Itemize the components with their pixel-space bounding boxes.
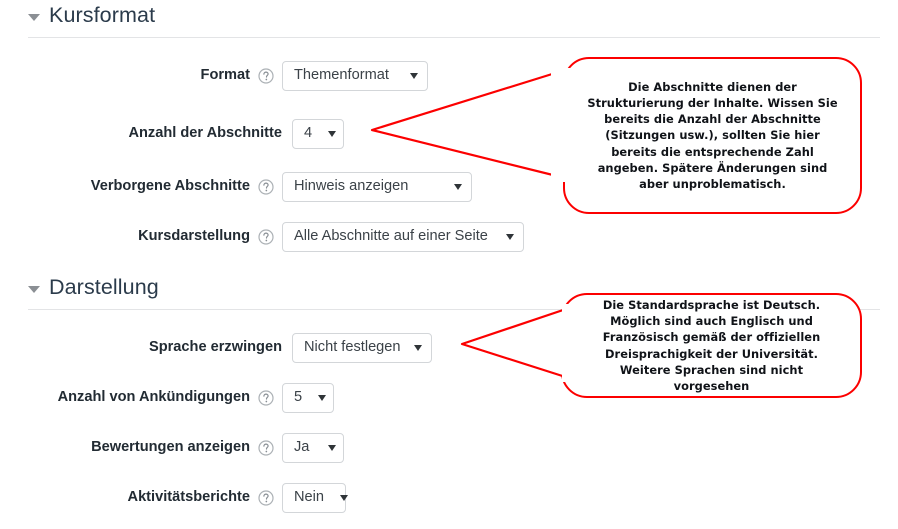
form-row-aktivitaetsberichte: Aktivitätsberichte Nein (0, 481, 560, 515)
caret-down-icon (28, 13, 40, 21)
help-cell[interactable] (250, 440, 282, 456)
control-cell: Hinweis anzeigen (282, 172, 472, 202)
caret-down-icon (328, 445, 336, 451)
form-row-format: Format Themenformat (0, 59, 560, 93)
form-row-kursdarstellung: Kursdarstellung Alle Abschnitte auf eine… (0, 220, 560, 254)
control-cell: 5 (282, 383, 334, 413)
help-cell[interactable] (250, 68, 282, 84)
form-row-anzahl-von-ankuendigungen: Anzahl von Ankündigungen 5 (0, 381, 560, 415)
help-cell[interactable] (250, 179, 282, 195)
label-format: Format (200, 67, 250, 84)
callout-text: Die Abschnitte dienen der Strukturierung… (587, 79, 838, 191)
help-cell[interactable] (250, 490, 282, 506)
section-divider (28, 37, 880, 38)
control-cell: Themenformat (282, 61, 428, 91)
select-bewertungen-anzeigen[interactable]: Ja (282, 433, 344, 463)
caret-down-icon (454, 184, 462, 190)
caret-down-icon (506, 234, 514, 240)
control-cell: Ja (282, 433, 344, 463)
select-value: Nein (294, 489, 325, 506)
form-row-sprache-erzwingen: Sprache erzwingen Nicht festlegen (0, 331, 560, 365)
label-anzahl-der-abschnitte: Anzahl der Abschnitte (128, 125, 282, 142)
label-sprache-erzwingen: Sprache erzwingen (148, 339, 282, 356)
label-verborgene-abschnitte: Verborgene Abschnitte (90, 178, 250, 195)
caret-down-icon (414, 345, 422, 351)
callout-sprache: Die Standardsprache ist Deutsch. Möglich… (561, 293, 862, 398)
select-value: 5 (294, 389, 303, 406)
select-sprache-erzwingen[interactable]: Nicht festlegen (292, 333, 432, 363)
help-circle-icon[interactable] (258, 440, 274, 456)
label-anzahl-von-ankuendigungen: Anzahl von Ankündigungen (57, 389, 250, 406)
select-aktivitaetsberichte[interactable]: Nein (282, 483, 349, 513)
help-circle-icon[interactable] (258, 490, 274, 506)
select-value: Themenformat (294, 67, 389, 84)
select-value: 4 (304, 125, 313, 142)
help-circle-icon[interactable] (258, 68, 274, 84)
control-cell: Alle Abschnitte auf einer Seite (282, 222, 524, 252)
section-header-kursformat[interactable]: Kursformat (28, 3, 156, 27)
select-kursdarstellung[interactable]: Alle Abschnitte auf einer Seite (282, 222, 524, 252)
caret-down-icon (28, 285, 40, 293)
help-cell[interactable] (250, 390, 282, 406)
help-circle-icon[interactable] (258, 390, 274, 406)
control-cell: 4 (282, 119, 344, 149)
section-header-darstellung[interactable]: Darstellung (28, 275, 159, 299)
select-verborgene-abschnitte[interactable]: Hinweis anzeigen (282, 172, 472, 202)
form-row-bewertungen-anzeigen: Bewertungen anzeigen Ja (0, 431, 560, 465)
select-anzahl-von-ankuendigungen[interactable]: 5 (282, 383, 334, 413)
form-row-anzahl-der-abschnitte: Anzahl der Abschnitte 4 (0, 117, 560, 151)
caret-down-icon (410, 73, 418, 79)
callout-abschnitte: Die Abschnitte dienen der Strukturierung… (563, 57, 862, 214)
caret-down-icon (328, 131, 337, 137)
label-kursdarstellung: Kursdarstellung (138, 228, 250, 245)
caret-down-icon (318, 395, 327, 401)
form-row-verborgene-abschnitte: Verborgene Abschnitte Hinweis anzeigen (0, 170, 560, 204)
select-format[interactable]: Themenformat (282, 61, 428, 91)
help-circle-icon[interactable] (258, 179, 274, 195)
help-cell[interactable] (250, 229, 282, 245)
caret-down-icon (340, 495, 349, 501)
section-title: Kursformat (49, 3, 156, 27)
select-value: Hinweis anzeigen (294, 178, 409, 195)
select-value: Ja (294, 439, 310, 456)
control-cell: Nicht festlegen (282, 333, 432, 363)
label-bewertungen-anzeigen: Bewertungen anzeigen (91, 439, 250, 456)
help-circle-icon[interactable] (258, 229, 274, 245)
select-value: Alle Abschnitte auf einer Seite (294, 228, 488, 245)
select-anzahl-der-abschnitte[interactable]: 4 (292, 119, 344, 149)
select-value: Nicht festlegen (304, 339, 401, 356)
course-settings-page: Kursformat Format Themenformat Anzahl de… (0, 0, 898, 529)
section-title: Darstellung (49, 275, 159, 299)
callout-text: Die Standardsprache ist Deutsch. Möglich… (602, 297, 821, 393)
control-cell: Nein (282, 483, 349, 513)
label-aktivitaetsberichte: Aktivitätsberichte (127, 489, 250, 506)
